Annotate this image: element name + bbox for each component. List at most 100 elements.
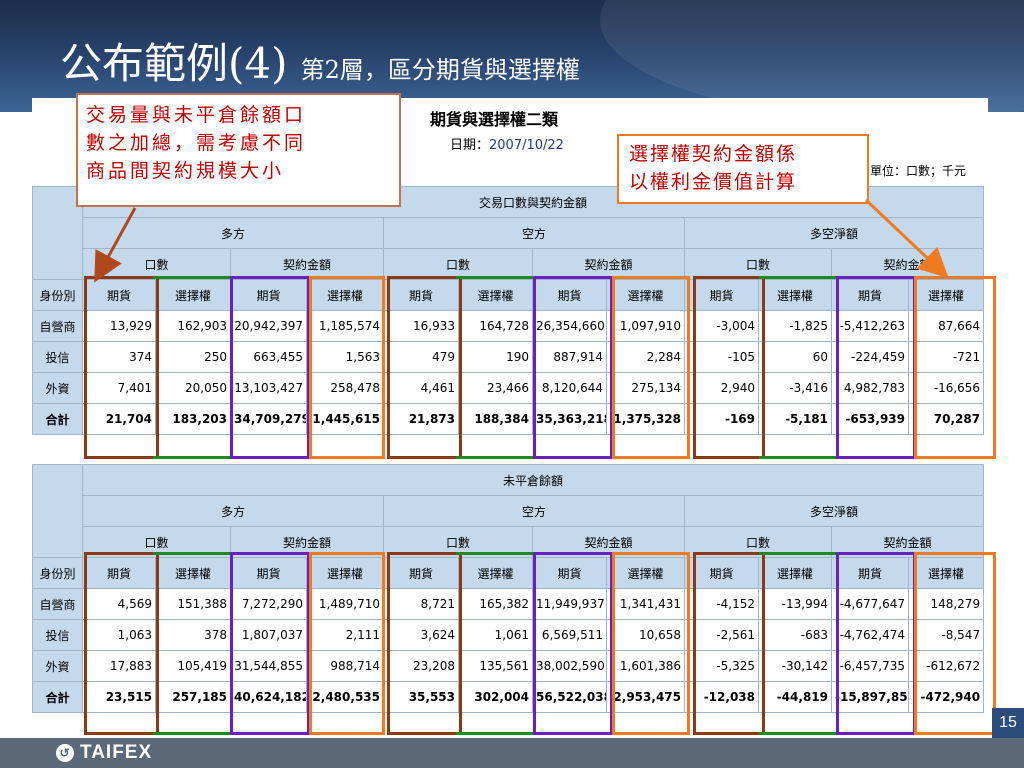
table-cell: 183,203 (155, 403, 231, 435)
slide-title-main: 公布範例(4) (60, 39, 288, 88)
table-cell: 1,375,328 (606, 403, 685, 435)
column-header: 期貨 (383, 557, 459, 589)
column-header: 期貨 (831, 557, 909, 589)
green-underline (759, 552, 840, 555)
column-header: 期貨 (532, 557, 607, 589)
column-header: 期貨 (684, 279, 759, 311)
subgroup-header: 契約金額 (230, 248, 384, 280)
table-cell: 34,709,279 (230, 403, 307, 435)
table-cell: 1,341,431 (606, 588, 685, 620)
table-cell: 35,553 (383, 681, 459, 713)
table-cell: 988,714 (306, 650, 384, 682)
green-underline (759, 732, 840, 735)
report-date: 日期：2007/10/22 (450, 134, 564, 153)
page-number: 15 (992, 708, 1024, 738)
table-cell: 2,940 (684, 372, 759, 404)
table-cell: -13,994 (758, 588, 832, 620)
table-cell: 257,185 (155, 681, 231, 713)
table-cell: 105,419 (155, 650, 231, 682)
column-header: 期貨 (230, 279, 307, 311)
column-header: 選擇權 (907, 557, 985, 589)
table-cell: -3,004 (684, 310, 759, 342)
column-header: 選擇權 (306, 279, 384, 311)
column-header: 期貨 (230, 557, 307, 589)
table-subgroup-row: 口數 契約金額 口數 契約金額 口數 契約金額 (33, 248, 985, 280)
taifex-logo-icon: ↺ (56, 744, 74, 762)
table-cell: -105 (684, 341, 759, 373)
subgroup-header: 契約金額 (230, 526, 384, 558)
corner-cell (32, 464, 83, 558)
callout-left-line: 商品間契約規模大小 (86, 160, 285, 182)
subgroup-header: 口數 (684, 248, 832, 280)
slide-title: 公布範例(4) 第2層，區分期貨與選擇權 (60, 30, 580, 91)
table-cell: 7,401 (82, 372, 156, 404)
row-header-label: 身份別 (32, 557, 83, 589)
table-cell: -1,825 (758, 310, 832, 342)
green-underline (759, 276, 840, 279)
green-underline (456, 552, 537, 555)
table-cell: 479 (383, 341, 459, 373)
table-cell: 31,544,855 (230, 650, 307, 682)
slide: 公布範例(4) 第2層，區分期貨與選擇權 期貨與選擇權二類 日期：2007/10… (0, 0, 1024, 768)
table-cell: 23,466 (458, 372, 533, 404)
report-unit: 單位：口數；千元 (870, 164, 967, 178)
table-row: 投信 1,063 378 1,807,037 2,111 3,624 1,061 6,569,… (32, 619, 985, 651)
row-label: 投信 (32, 341, 83, 373)
column-header: 期貨 (532, 279, 607, 311)
table-cell: -169 (684, 403, 759, 435)
green-underline (153, 552, 234, 555)
table-cell: 164,728 (458, 310, 533, 342)
column-header-row: 身份別 期貨 選擇權 期貨 選擇權 期貨 選擇權 期貨 選擇權 期貨 選擇權 期貨 選擇權 (32, 557, 985, 589)
table-cell: 13,103,427 (230, 372, 307, 404)
group-header: 多空淨額 (683, 217, 985, 249)
footer-band (0, 738, 1024, 768)
table-cell: 4,461 (383, 372, 459, 404)
table-cell: 4,569 (82, 588, 156, 620)
table-row: 投信 374 250 663,455 1,563 479 190 887,914 2,284 -1… (32, 341, 985, 373)
column-header: 選擇權 (758, 279, 832, 311)
table-cell: 13,929 (82, 310, 156, 342)
group-header: 多方 (82, 495, 384, 527)
green-underline (153, 276, 234, 279)
table-group-row: 多方 空方 多空淨額 (33, 495, 985, 527)
table-cell: 190 (458, 341, 533, 373)
group-header: 多空淨額 (683, 495, 985, 527)
table-cell: 258,478 (306, 372, 384, 404)
table-row: 外資 7,401 20,050 13,103,427 258,478 4,461 23,46… (32, 372, 985, 404)
green-underline (456, 732, 537, 735)
green-underline (456, 456, 537, 459)
table-cell: 38,002,590 (532, 650, 607, 682)
column-header: 選擇權 (606, 279, 685, 311)
subgroup-header: 口數 (383, 248, 533, 280)
table-row: 自營商 13,929 162,903 20,942,397 1,185,574 16,93… (32, 310, 985, 342)
table-cell: -16,656 (907, 372, 985, 404)
table-cell: 8,120,644 (532, 372, 607, 404)
row-label: 投信 (32, 619, 83, 651)
table-row: 自營商 4,569 151,388 7,272,290 1,489,710 8,721 16… (32, 588, 985, 620)
table-cell: -3,416 (758, 372, 832, 404)
column-header: 期貨 (82, 279, 156, 311)
table-cell: 17,883 (82, 650, 156, 682)
column-header: 選擇權 (155, 279, 231, 311)
table-cell: -721 (907, 341, 985, 373)
table-cell: 2,111 (306, 619, 384, 651)
trading-volume-table: 交易口數與契約金額 多方 空方 多空淨額 口數 契約金額 口數 契約金額 口數 契約金額 身份別 期貨… (32, 186, 985, 435)
row-label: 合計 (32, 403, 83, 435)
table-cell: 1,097,910 (606, 310, 685, 342)
table-cell: 2,480,535 (306, 681, 384, 713)
table-cell: 56,522,038 (532, 681, 607, 713)
group-header: 空方 (383, 217, 685, 249)
table-caption: 未平倉餘額 (81, 464, 985, 496)
table-cell: -472,940 (907, 681, 985, 713)
table-cell: 1,061 (458, 619, 533, 651)
row-label: 自營商 (32, 588, 83, 620)
table-cell: 165,382 (458, 588, 533, 620)
table-cell: -224,459 (831, 341, 909, 373)
table-cell: 663,455 (230, 341, 307, 373)
table-cell: 26,354,660 (532, 310, 607, 342)
table-cell: 2,284 (606, 341, 685, 373)
green-underline (153, 732, 234, 735)
corner-cell (32, 186, 83, 280)
column-header: 選擇權 (907, 279, 985, 311)
callout-right: 選擇權契約金額係 以權利金價值計算 (617, 134, 869, 204)
